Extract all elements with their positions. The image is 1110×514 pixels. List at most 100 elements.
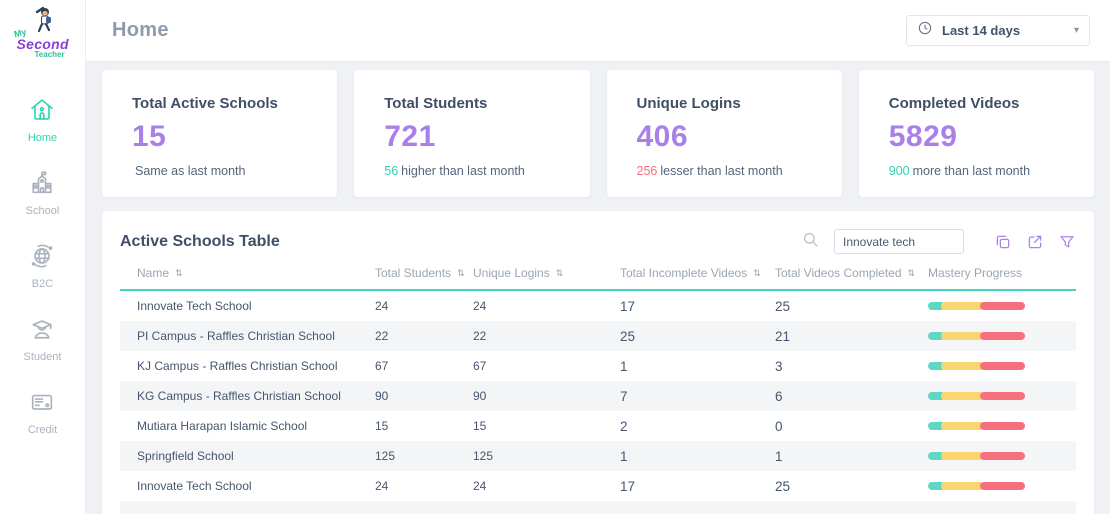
sort-icon[interactable]: ⇅	[556, 268, 564, 279]
stat-value: 721	[384, 120, 436, 153]
mastery-segment-red	[979, 452, 1025, 460]
mastery-segment-yellow	[940, 332, 984, 340]
table-search-input[interactable]	[834, 229, 964, 254]
column-header-total-students[interactable]: Total Students ⇅	[375, 266, 473, 280]
logo-word-teacher: Teacher	[34, 50, 65, 59]
mastery-segment-yellow	[940, 362, 984, 370]
column-header-total-videos-completed[interactable]: Total Videos Completed ⇅	[775, 266, 928, 280]
content-area: Total Active Schools 15 Same as last mon…	[86, 62, 1110, 514]
cell-mastery-progress	[928, 302, 1076, 310]
cell-unique-logins: 67	[473, 359, 487, 373]
cell-total-incomplete-videos: 2	[620, 418, 628, 434]
student-icon	[28, 315, 56, 346]
sidebar-item-school[interactable]: School	[25, 169, 60, 217]
table-tools	[801, 229, 1076, 254]
table-row[interactable]: Mutiara Harapan Islamic School 15 15 2 0	[120, 411, 1076, 441]
date-range-dropdown[interactable]: Last 14 days ▾	[906, 15, 1090, 46]
sidebar-item-b2c[interactable]: B2C	[28, 242, 56, 290]
sort-icon[interactable]: ⇅	[175, 268, 183, 279]
stat-title: Completed Videos	[888, 95, 1020, 112]
cell-total-students: 15	[375, 419, 389, 433]
sidebar-item-label: B2C	[31, 278, 54, 290]
stat-note-text: lesser than last month	[660, 164, 783, 178]
table-row[interactable]: KJ Campus - Raffles Christian School 67 …	[120, 351, 1076, 381]
table-row[interactable]: PI Campus - Raffles Christian School 22 …	[120, 321, 1076, 351]
stat-title: Total Students	[384, 95, 488, 112]
stat-note-text: Same as last month	[135, 164, 246, 178]
school-icon	[28, 169, 56, 200]
filter-icon[interactable]	[1058, 233, 1076, 251]
cell-total-incomplete-videos: 1	[620, 358, 628, 374]
column-header-mastery-progress: Mastery Progress	[928, 266, 1023, 280]
stat-value: 406	[636, 120, 689, 153]
export-icon[interactable]	[1026, 233, 1044, 251]
copy-icon[interactable]	[994, 233, 1012, 251]
mastery-progress-bar	[928, 332, 1033, 340]
cell-total-incomplete-videos: 7	[620, 388, 628, 404]
cell-total-students: 67	[375, 359, 389, 373]
sort-icon[interactable]: ⇅	[753, 268, 761, 279]
table-row[interactable]: Springfield School 125 125 1 1	[120, 441, 1076, 471]
cell-total-videos-completed: 0	[775, 418, 783, 434]
cell-mastery-progress	[928, 452, 1076, 460]
table-row[interactable]: Innovate Tech School 24 24 17 25	[120, 291, 1076, 321]
active-schools-table-card: Active Schools Table Innovate tech Name …	[102, 211, 1094, 514]
app-logo: My Second Teacher	[11, 6, 75, 64]
sidebar-item-credit[interactable]: Credit	[28, 388, 57, 436]
mastery-segment-yellow	[940, 302, 984, 310]
cell-school-name: Mutiara Harapan Islamic School	[137, 419, 308, 433]
table-title: Active Schools Table	[120, 232, 280, 250]
column-header-total-incomplete-videos[interactable]: Total Incomplete Videos ⇅	[620, 266, 775, 280]
cell-mastery-progress	[928, 482, 1076, 490]
mastery-progress-bar	[928, 452, 1033, 460]
globe-icon	[28, 242, 56, 273]
stat-note-text: higher than last month	[401, 164, 525, 178]
cell-total-videos-completed: 6	[775, 388, 783, 404]
home-icon	[28, 96, 56, 127]
cell-mastery-progress	[928, 422, 1076, 430]
cell-total-students: 22	[375, 329, 389, 343]
sidebar-item-label: Student	[23, 351, 62, 363]
cell-school-name: Innovate Tech School	[137, 479, 252, 493]
sidebar-item-home[interactable]: Home	[28, 96, 57, 144]
column-header-unique-logins[interactable]: Unique Logins ⇅	[473, 266, 620, 280]
sort-icon[interactable]: ⇅	[457, 268, 465, 279]
sidebar-item-student[interactable]: Student	[23, 315, 62, 363]
cell-total-videos-completed: 21	[775, 328, 791, 344]
mastery-progress-bar	[928, 482, 1033, 490]
mastery-segment-yellow	[940, 422, 984, 430]
column-header-name[interactable]: Name ⇅	[120, 266, 375, 280]
mastery-progress-bar	[928, 302, 1033, 310]
table-row[interactable]: Innovate Tech School 24 24 17 25	[120, 471, 1076, 501]
cell-unique-logins: 24	[473, 479, 487, 493]
cell-mastery-progress	[928, 362, 1076, 370]
main-area: Home Last 14 days ▾ Total Active Schools…	[86, 0, 1110, 514]
sidebar: My Second Teacher Home School B2C Studen…	[0, 0, 86, 514]
cell-school-name: Innovate Tech School	[137, 299, 252, 313]
stat-card-unique-logins: Unique Logins 406 256 lesser than last mo…	[606, 70, 842, 197]
stat-note: 900 more than last month	[889, 164, 1084, 178]
cell-total-students: 24	[375, 479, 389, 493]
cell-total-videos-completed: 25	[775, 298, 791, 314]
sidebar-item-label: School	[25, 205, 60, 217]
sort-icon[interactable]: ⇅	[908, 268, 916, 279]
stat-note: 256 lesser than last month	[637, 164, 832, 178]
stat-note-delta: 256	[636, 164, 658, 178]
cell-total-videos-completed: 1	[775, 448, 783, 464]
sidebar-item-label: Home	[27, 132, 58, 144]
sidebar-nav: Home School B2C Student Credit	[23, 96, 62, 436]
page-title: Home	[112, 19, 169, 41]
cell-total-students: 24	[375, 299, 389, 313]
cell-unique-logins: 90	[473, 389, 487, 403]
stat-value: 15	[132, 120, 167, 153]
stat-card-total-students: Total Students 721 56 higher than last mo…	[354, 70, 590, 197]
table-row[interactable]: KG Campus - Raffles Christian School 90 …	[120, 381, 1076, 411]
mastery-segment-red	[979, 392, 1025, 400]
cell-total-incomplete-videos: 17	[620, 298, 636, 314]
cell-total-incomplete-videos: 1	[620, 448, 628, 464]
mastery-segment-yellow	[940, 452, 984, 460]
stat-note: Same as last month	[132, 164, 327, 178]
chevron-down-icon: ▾	[1073, 25, 1079, 36]
mastery-segment-red	[979, 422, 1025, 430]
app-root: My Second Teacher Home School B2C Studen…	[0, 0, 1110, 514]
